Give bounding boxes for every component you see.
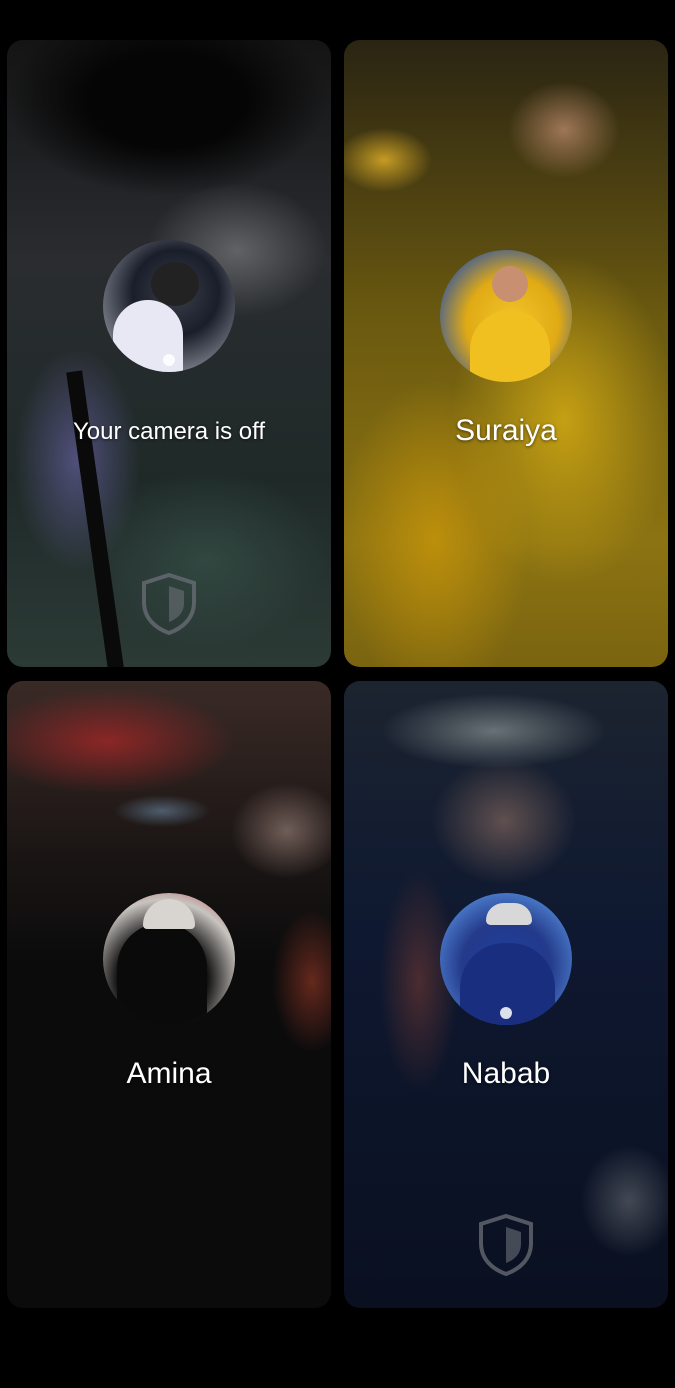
shield-icon xyxy=(479,1213,533,1277)
participant-name: Amina xyxy=(126,1057,212,1090)
camera-off-label: Your camera is off xyxy=(72,418,266,445)
participant-avatar xyxy=(440,893,572,1025)
participant-name: Suraiya xyxy=(455,414,557,447)
participant-avatar xyxy=(103,893,235,1025)
verified-mini-icon xyxy=(163,354,175,366)
participant-tile-amina[interactable]: Amina xyxy=(7,681,331,1308)
participant-tile-nabab[interactable]: Nabab xyxy=(344,681,668,1308)
shield-icon xyxy=(142,572,196,636)
verified-mini-icon xyxy=(500,1007,512,1019)
participant-avatar xyxy=(440,250,572,382)
participant-name: Nabab xyxy=(461,1057,551,1090)
self-video-tile[interactable]: Your camera is off xyxy=(7,40,331,667)
group-call-screen: Your camera is off Suraiya Amina Nabab xyxy=(0,0,675,1388)
self-avatar xyxy=(103,240,235,372)
participant-tile-suraiya[interactable]: Suraiya xyxy=(344,40,668,667)
